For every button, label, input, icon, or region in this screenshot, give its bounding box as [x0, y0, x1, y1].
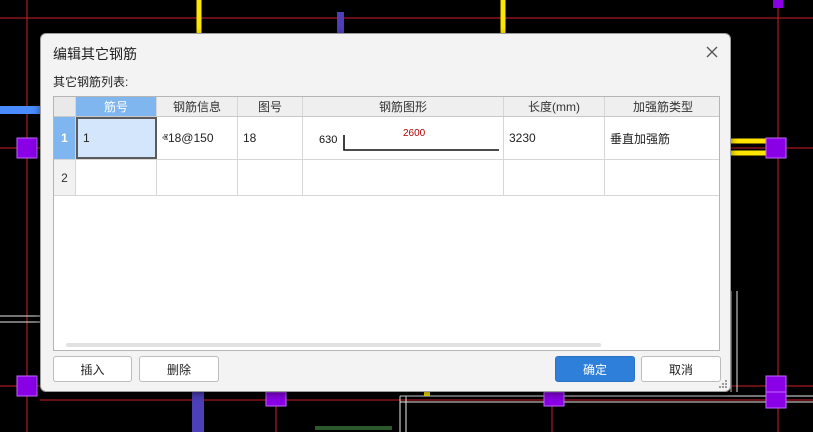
- header-corner[interactable]: [54, 97, 76, 116]
- table-header: 筋号 钢筋信息 图号 钢筋图形 长度(mm) 加强筋类型: [54, 97, 719, 117]
- cell-reinforce-type[interactable]: [605, 160, 719, 195]
- column-header-figure-no[interactable]: 图号: [238, 97, 303, 116]
- cell-length[interactable]: [504, 160, 605, 195]
- cell-reinforce-type[interactable]: 垂直加强筋: [605, 117, 719, 159]
- bar-shape-drawing: [343, 135, 499, 151]
- insert-button[interactable]: 插入: [53, 356, 132, 382]
- horizontal-scrollbar[interactable]: [66, 343, 601, 347]
- table-row[interactable]: 2: [54, 160, 719, 196]
- cell-bar-shape[interactable]: 630 2600: [303, 117, 504, 159]
- column-header-length[interactable]: 长度(mm): [504, 97, 605, 116]
- cell-bar-no[interactable]: 1: [76, 117, 157, 159]
- edit-other-rebar-dialog: 编辑其它钢筋 其它钢筋列表: 筋号 钢筋信息 图号 钢筋图形 长度(mm) 加强…: [40, 33, 731, 392]
- cell-bar-shape[interactable]: [303, 160, 504, 195]
- cell-figure-no[interactable]: 18: [238, 117, 303, 159]
- cell-bar-info[interactable]: [157, 160, 238, 195]
- ok-button[interactable]: 确定: [555, 356, 635, 382]
- cancel-button[interactable]: 取消: [641, 356, 721, 382]
- cell-bar-no[interactable]: [76, 160, 157, 195]
- close-button[interactable]: [702, 42, 722, 62]
- shape-left-dimension: 630: [319, 134, 338, 146]
- column-header-bar-info[interactable]: 钢筋信息: [157, 97, 238, 116]
- row-number[interactable]: 1: [54, 117, 76, 159]
- cell-figure-no[interactable]: [238, 160, 303, 195]
- column-header-bar-no[interactable]: 筋号: [76, 97, 157, 116]
- cell-bar-info[interactable]: ⱏ18@150: [157, 117, 238, 159]
- row-number[interactable]: 2: [54, 160, 76, 195]
- close-icon: [706, 46, 718, 58]
- column-header-reinforce-type[interactable]: 加强筋类型: [605, 97, 719, 116]
- dialog-title: 编辑其它钢筋: [53, 46, 137, 62]
- rebar-list-label: 其它钢筋列表:: [53, 75, 129, 89]
- cell-length[interactable]: 3230: [504, 117, 605, 159]
- table-row[interactable]: 1 1 ⱏ18@150 18 630 2600 3230 垂直加强筋: [54, 117, 719, 160]
- column-header-bar-shape[interactable]: 钢筋图形: [303, 97, 504, 116]
- resize-grip-icon[interactable]: [718, 379, 728, 389]
- rebar-table: 筋号 钢筋信息 图号 钢筋图形 长度(mm) 加强筋类型 1 1 ⱏ18@150…: [53, 96, 720, 351]
- delete-button[interactable]: 删除: [139, 356, 219, 382]
